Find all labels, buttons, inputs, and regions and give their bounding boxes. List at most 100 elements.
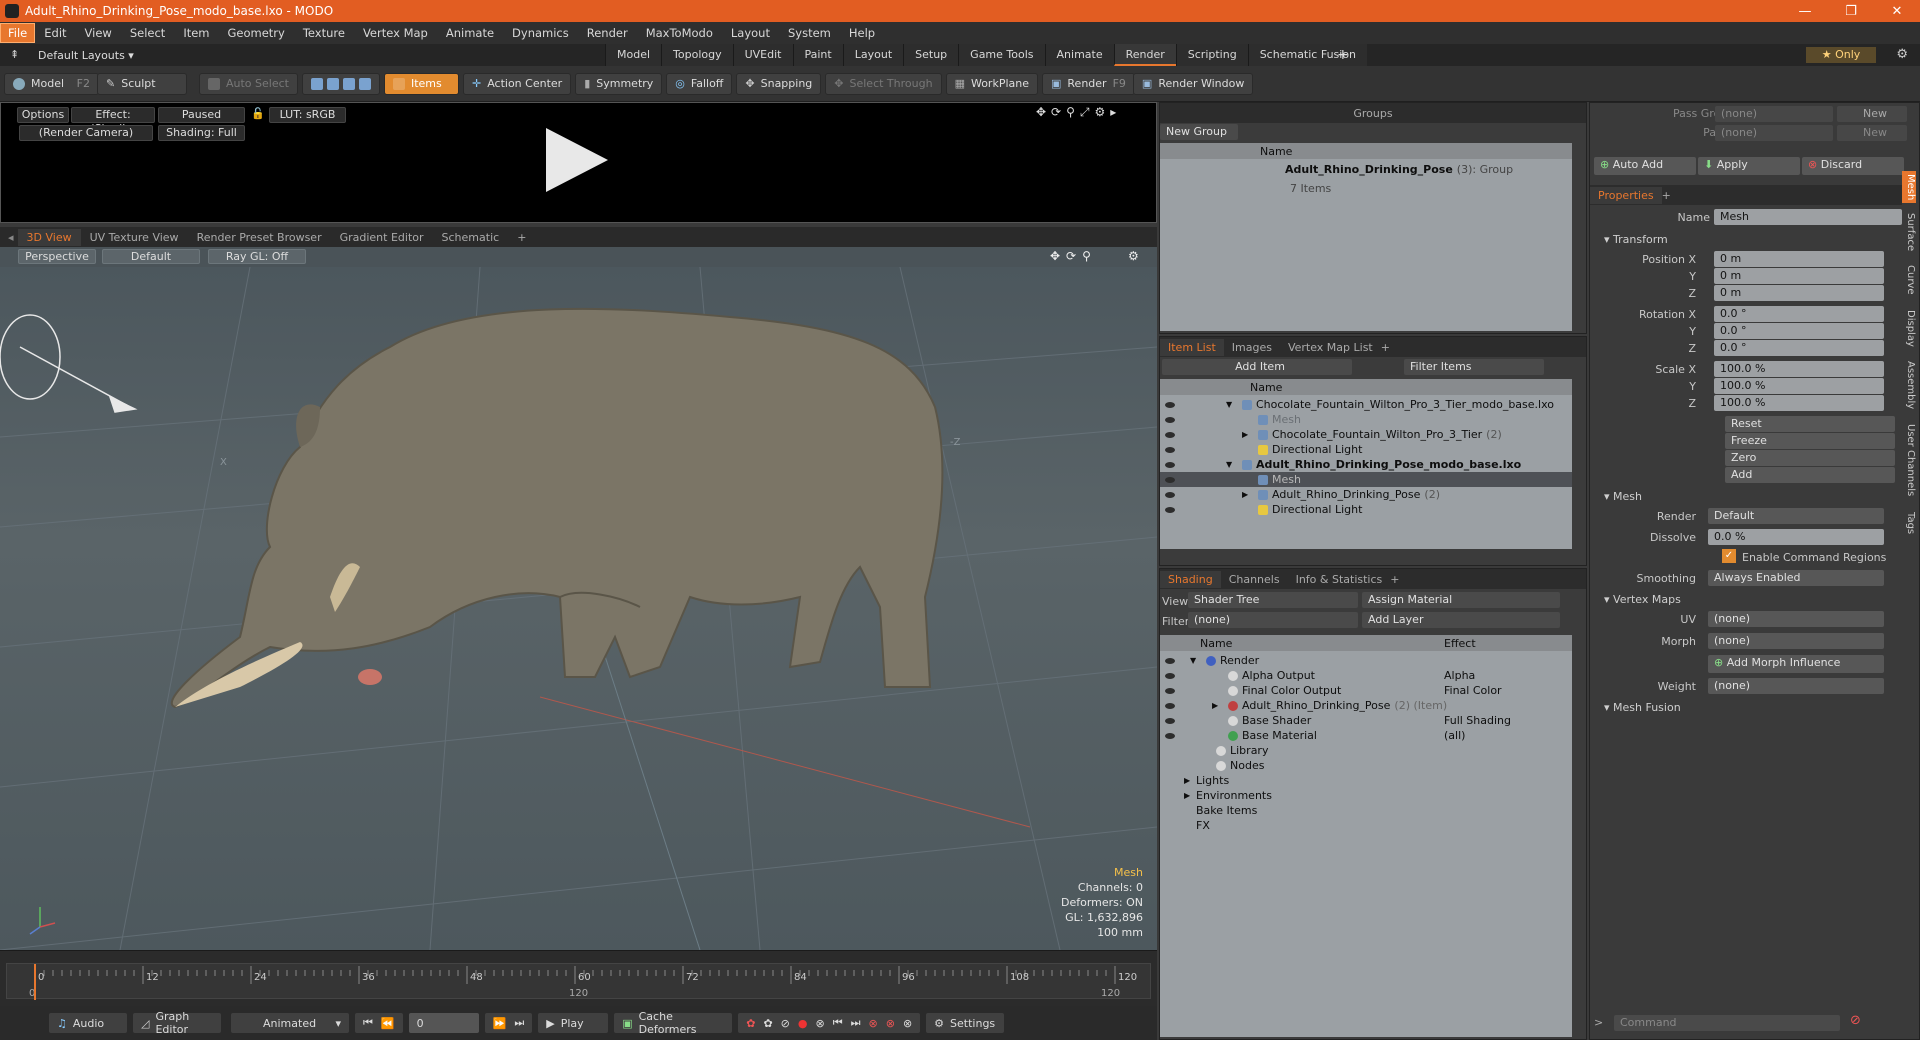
passes-new-button[interactable]: New xyxy=(1837,125,1907,141)
visibility-eye-icon[interactable] xyxy=(1165,447,1175,453)
menu-animate[interactable]: Animate xyxy=(437,26,503,40)
timeline[interactable]: 0 12 24 36 48 60 72 84 96 108 120 0 120 120 xyxy=(0,950,1157,1006)
visibility-eye-icon[interactable] xyxy=(1165,703,1175,709)
uv-dropdown[interactable]: (none) xyxy=(1708,611,1884,627)
add-morph-influence-button[interactable]: ⊕ Add Morph Influence xyxy=(1708,655,1884,673)
play-button[interactable]: ▶ Play xyxy=(537,1012,610,1034)
side-tab-curve[interactable]: Curve xyxy=(1902,261,1916,299)
viewport-tab-render-preset-browser[interactable]: Render Preset Browser xyxy=(188,229,331,246)
scale-x-field[interactable]: 100.0 % xyxy=(1714,361,1884,377)
viewport-tab-uv-texture-view[interactable]: UV Texture View xyxy=(81,229,188,246)
default-layouts-dropdown[interactable]: Default Layouts ▾ xyxy=(38,49,134,62)
position-z-field[interactable]: 0 m xyxy=(1714,285,1884,301)
item-list-tab-item-list[interactable]: Item List xyxy=(1160,338,1224,356)
groups-list[interactable]: Name Adult_Rhino_Drinking_Pose (3) : Gro… xyxy=(1160,143,1572,331)
shading-tab-channels[interactable]: Channels xyxy=(1221,571,1288,588)
shader-item-effect[interactable]: Full Shading xyxy=(1444,714,1511,727)
smoothing-dropdown[interactable]: Always Enabled xyxy=(1708,570,1884,586)
item-list-row[interactable]: Mesh xyxy=(1160,472,1572,487)
key-tools-group[interactable]: ✿ ✿ ⊘ ● ⊗ ⏮ ⏭ ⊗ ⊗ ⊗ xyxy=(737,1012,922,1034)
side-tab-mesh[interactable]: Mesh xyxy=(1902,171,1916,203)
preview-options-button[interactable]: Options xyxy=(17,107,69,123)
snapping-button[interactable]: ✥ Snapping xyxy=(736,72,822,95)
falloff-button[interactable]: ◎ Falloff xyxy=(666,72,733,95)
zero-dropdown[interactable]: Zero xyxy=(1725,450,1895,466)
layout-tab-layout[interactable]: Layout xyxy=(842,44,904,66)
visibility-eye-icon[interactable] xyxy=(1165,477,1175,483)
menu-maxtomodo[interactable]: MaxToModo xyxy=(637,26,722,40)
properties-tab[interactable]: Properties xyxy=(1590,186,1662,204)
lock-icon[interactable]: 🔓 xyxy=(251,107,265,120)
layout-tab-paint[interactable]: Paint xyxy=(792,44,843,66)
assign-material-button[interactable]: Assign Material xyxy=(1362,592,1560,608)
discard-button[interactable]: ⊗ Discard xyxy=(1802,157,1904,175)
shader-tree-row[interactable]: ▶ Lights xyxy=(1160,773,1572,788)
vertex-maps-section[interactable]: ▾ Vertex Maps xyxy=(1604,593,1681,606)
apply-button[interactable]: ⬇ Apply xyxy=(1698,157,1800,175)
shading-tab-info-statistics[interactable]: Info & Statistics xyxy=(1288,571,1391,588)
shader-tree-row[interactable]: ▶ Adult_Rhino_Drinking_Pose (2) (Item) xyxy=(1160,698,1572,713)
layout-tab-model[interactable]: Model xyxy=(605,44,662,66)
viewport-tab-3d-view[interactable]: 3D View xyxy=(17,228,81,246)
layout-tab-uvedit[interactable]: UVEdit xyxy=(732,44,793,66)
render-window-button[interactable]: ▣ Render Window xyxy=(1132,72,1254,95)
expand-arrow-icon[interactable]: ▶ xyxy=(1242,490,1254,499)
preview-effect-dropdown[interactable]: Effect: (Shadi... xyxy=(71,107,155,135)
visibility-eye-icon[interactable] xyxy=(1165,492,1175,498)
position-y-field[interactable]: 0 m xyxy=(1714,268,1884,284)
filter-dropdown[interactable]: (none) xyxy=(1188,612,1358,628)
pass-groups-dropdown[interactable]: (none) xyxy=(1715,106,1833,122)
viewport-settings-icon[interactable]: ⚙ xyxy=(1128,249,1139,263)
expand-arrow-icon[interactable]: ▼ xyxy=(1226,400,1238,409)
filter-items-field[interactable]: Filter Items xyxy=(1404,359,1544,375)
add-dropdown[interactable]: Add xyxy=(1725,467,1895,483)
expand-arrow-icon[interactable]: ▼ xyxy=(1226,460,1238,469)
layout-tab-schematic-fusion[interactable]: Schematic Fusion xyxy=(1247,44,1368,66)
shader-tree-row[interactable]: Final Color Output Final Color xyxy=(1160,683,1572,698)
mesh-fusion-section[interactable]: ▾ Mesh Fusion xyxy=(1604,701,1681,714)
timeline-ruler[interactable]: 0 12 24 36 48 60 72 84 96 108 120 0 120 120 xyxy=(6,963,1151,1000)
item-list[interactable]: Name ▼ Chocolate_Fountain_Wilton_Pro_3_Ti… xyxy=(1160,379,1572,549)
layout-tab-game-tools[interactable]: Game Tools xyxy=(958,44,1045,66)
item-list-row[interactable]: ▶ Adult_Rhino_Drinking_Pose (2) xyxy=(1160,487,1572,502)
expand-arrow-icon[interactable]: ▶ xyxy=(1212,701,1224,710)
item-list-row[interactable]: Directional Light xyxy=(1160,442,1572,457)
render-preview[interactable]: Options Effect: (Shadi... Paused 🔓 LUT: … xyxy=(0,102,1157,223)
menu-texture[interactable]: Texture xyxy=(294,26,354,40)
side-tab-tags[interactable]: Tags xyxy=(1902,507,1916,539)
enable-command-regions-checkbox[interactable]: ✓ xyxy=(1722,549,1736,563)
menu-view[interactable]: View xyxy=(76,26,121,40)
menu-select[interactable]: Select xyxy=(121,26,174,40)
preview-nav-icons[interactable]: ✥⟳⚲⤢⚙▸ xyxy=(1036,105,1121,120)
shading-tab-shading[interactable]: Shading xyxy=(1160,570,1221,588)
shader-item-effect[interactable]: Alpha xyxy=(1444,669,1475,682)
frame-field[interactable]: 0 xyxy=(407,1012,480,1034)
item-list-tab-vertex-map-list[interactable]: Vertex Map List xyxy=(1280,339,1381,356)
side-tab-display[interactable]: Display xyxy=(1902,303,1916,353)
reset-dropdown[interactable]: Reset xyxy=(1725,416,1895,432)
default-style-dropdown[interactable]: Default xyxy=(102,249,200,264)
animated-dropdown[interactable]: Animated ▾ xyxy=(230,1012,350,1034)
viewport-tab-arrow-icon[interactable]: ◂ xyxy=(8,231,14,244)
render-button[interactable]: ▣ Render F9 xyxy=(1042,72,1135,95)
command-input[interactable]: Command xyxy=(1614,1015,1840,1031)
transport-forward-group[interactable]: ⏩ ⏭ xyxy=(483,1012,534,1034)
freeze-dropdown[interactable]: Freeze xyxy=(1725,433,1895,449)
command-stop-icon[interactable]: ⊘ xyxy=(1850,1013,1861,1028)
layout-tab-topology[interactable]: Topology xyxy=(661,44,733,66)
visibility-eye-icon[interactable] xyxy=(1165,658,1175,664)
scale-z-field[interactable]: 100.0 % xyxy=(1714,395,1884,411)
visibility-eye-icon[interactable] xyxy=(1165,462,1175,468)
shading-dropdown[interactable]: Shading: Full xyxy=(158,125,245,141)
play-preview-icon[interactable] xyxy=(546,128,608,192)
scale-y-field[interactable]: 100.0 % xyxy=(1714,378,1884,394)
item-list-row[interactable]: Mesh xyxy=(1160,412,1572,427)
rotation-y-field[interactable]: 0.0 ° xyxy=(1714,323,1884,339)
only-toggle[interactable]: ★ Only xyxy=(1806,47,1876,63)
shader-tree-row[interactable]: Nodes xyxy=(1160,758,1572,773)
items-mode-button[interactable]: Items xyxy=(383,72,459,95)
close-button[interactable]: ✕ xyxy=(1874,4,1920,19)
layout-tab-animate[interactable]: Animate xyxy=(1044,44,1114,66)
shader-tree-row[interactable]: Base Shader Full Shading xyxy=(1160,713,1572,728)
maximize-button[interactable]: ❐ xyxy=(1828,4,1874,19)
